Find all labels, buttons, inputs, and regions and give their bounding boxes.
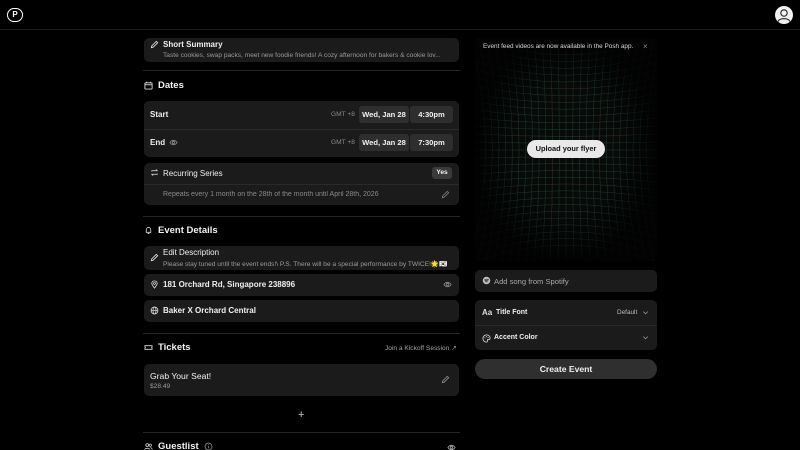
upload-flyer-button[interactable]: Upload your flyer <box>527 140 605 158</box>
title-font-value: Default <box>617 309 638 316</box>
chevron-down-icon <box>642 311 649 315</box>
recurring-divider <box>144 184 459 185</box>
chevron-down-icon <box>642 336 649 340</box>
pencil-icon <box>150 40 159 49</box>
close-icon[interactable]: × <box>643 38 648 55</box>
venue-text: Baker X Orchard Central <box>163 306 256 315</box>
eye-icon[interactable] <box>169 138 178 147</box>
user-avatar[interactable] <box>775 6 793 24</box>
kickoff-session-link[interactable]: Join a Kickoff Session ↗ <box>385 344 457 352</box>
recurring-label: Recurring Series <box>163 169 223 178</box>
title-font-label: Title Font <box>496 309 528 316</box>
ticket-price: $28.49 <box>150 383 171 390</box>
guestlist-title: Guestlist <box>158 441 199 450</box>
banner-text: Event feed videos are now available in t… <box>483 43 634 50</box>
venue-card[interactable]: Baker X Orchard Central <box>144 300 459 322</box>
short-summary-value: Taste cookies, swap packs, meet new food… <box>163 52 441 59</box>
divider <box>143 432 460 433</box>
end-label: End <box>150 138 166 147</box>
ticket-card[interactable]: Grab Your Seat! $28.49 <box>144 364 459 396</box>
location-pin-icon <box>151 280 158 289</box>
ticket-name: Grab Your Seat! <box>150 371 212 381</box>
bell-icon <box>145 227 152 234</box>
create-event-button[interactable]: Create Event <box>475 359 657 379</box>
accent-color-label: Accent Color <box>494 334 538 341</box>
divider <box>143 216 460 217</box>
eye-icon[interactable] <box>443 280 452 289</box>
recurring-series-card: Recurring Series Yes Repeats every 1 mon… <box>144 163 459 205</box>
title-font-row[interactable]: Aa Title Font Default <box>475 300 657 325</box>
start-label: Start <box>150 110 169 119</box>
edit-pencil-icon[interactable] <box>441 190 450 199</box>
globe-icon <box>150 306 159 315</box>
short-summary-card[interactable]: Short Summary Taste cookies, swap packs,… <box>144 38 459 62</box>
logo-text: P <box>12 10 18 19</box>
flyer-area[interactable]: Event feed videos are now available in t… <box>475 38 657 261</box>
calendar-icon <box>144 81 153 90</box>
palette-icon <box>482 334 491 343</box>
pencil-icon <box>150 253 159 262</box>
font-icon: Aa <box>482 308 493 317</box>
edit-description-card[interactable]: Edit Description Please stay tuned until… <box>144 246 459 270</box>
event-details-title: Event Details <box>158 225 218 236</box>
kickoff-link-text: Join a Kickoff Session <box>385 345 450 352</box>
style-settings-card: Aa Title Font Default Accent Color <box>475 300 657 350</box>
info-icon[interactable] <box>204 442 213 450</box>
user-icon <box>777 9 791 22</box>
feed-videos-banner: Event feed videos are now available in t… <box>475 38 657 55</box>
event-details-heading: Event Details <box>144 225 218 236</box>
recurring-description: Repeats every 1 month on the 28th of the… <box>163 191 379 198</box>
end-timezone[interactable]: GMT +8 <box>331 139 355 146</box>
add-ticket-button[interactable]: + <box>298 409 304 421</box>
tickets-title: Tickets <box>158 342 191 353</box>
short-summary-label: Short Summary <box>163 40 223 49</box>
end-time-picker[interactable]: 7:30pm <box>410 134 453 151</box>
top-bar: P <box>0 0 800 30</box>
divider <box>143 333 460 334</box>
spotify-icon <box>482 276 491 285</box>
spotify-song-input[interactable]: Add song from Spotify <box>475 270 657 292</box>
users-icon <box>144 443 153 450</box>
divider <box>143 70 460 71</box>
spotify-placeholder: Add song from Spotify <box>494 277 569 286</box>
address-text: 181 Orchard Rd, Singapore 238896 <box>163 280 296 289</box>
start-date-picker[interactable]: Wed, Jan 28 <box>359 106 409 123</box>
start-time-picker[interactable]: 4:30pm <box>410 106 453 123</box>
dates-heading: Dates <box>144 80 184 91</box>
description-value: Please stay tuned until the event ends!\… <box>163 261 448 268</box>
repeat-icon <box>150 169 159 176</box>
posh-logo[interactable]: P <box>7 8 23 22</box>
recurring-toggle[interactable]: Yes <box>432 167 452 179</box>
edit-description-label: Edit Description <box>163 248 220 257</box>
address-card[interactable]: 181 Orchard Rd, Singapore 238896 <box>144 274 459 296</box>
dates-title: Dates <box>158 80 184 91</box>
accent-color-row[interactable]: Accent Color <box>475 326 657 350</box>
dates-card: Start GMT +8 Wed, Jan 28 4:30pm End GMT … <box>144 101 459 157</box>
dates-divider <box>144 129 459 130</box>
ticket-icon <box>144 345 153 350</box>
start-timezone[interactable]: GMT +8 <box>331 111 355 118</box>
end-date-picker[interactable]: Wed, Jan 28 <box>359 134 409 151</box>
arrow-up-right-icon: ↗ <box>451 345 457 352</box>
guestlist-heading: Guestlist <box>144 441 213 450</box>
edit-pencil-icon[interactable] <box>441 375 450 384</box>
tickets-heading: Tickets <box>144 342 191 353</box>
eye-icon[interactable] <box>447 443 456 450</box>
